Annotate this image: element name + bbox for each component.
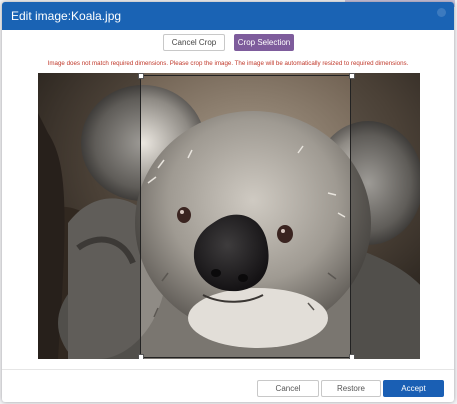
close-icon[interactable] — [434, 5, 450, 21]
crop-handle-top-left[interactable] — [138, 73, 144, 79]
crop-selection-button[interactable]: Crop Selection — [234, 34, 294, 51]
restore-button[interactable]: Restore — [321, 380, 381, 397]
crop-handle-bottom-right[interactable] — [349, 354, 355, 359]
footer-divider — [2, 369, 454, 370]
dimension-warning-text: Image does not match required dimensions… — [47, 60, 409, 67]
dialog-title-bar: Edit image:Koala.jpg — [2, 2, 454, 30]
image-crop-area[interactable] — [38, 73, 420, 359]
crop-mask-right — [351, 73, 420, 359]
accept-button[interactable]: Accept — [383, 380, 444, 397]
cancel-button[interactable]: Cancel — [257, 380, 319, 397]
crop-handle-top-right[interactable] — [349, 73, 355, 79]
crop-selection-box[interactable] — [140, 75, 351, 358]
dialog-title: Edit image:Koala.jpg — [11, 9, 122, 23]
edit-image-dialog: Edit image:Koala.jpg Cancel Crop Crop Se… — [2, 2, 454, 402]
crop-handle-bottom-left[interactable] — [138, 354, 144, 359]
crop-mask-left — [38, 73, 140, 359]
cancel-crop-button[interactable]: Cancel Crop — [163, 34, 225, 51]
